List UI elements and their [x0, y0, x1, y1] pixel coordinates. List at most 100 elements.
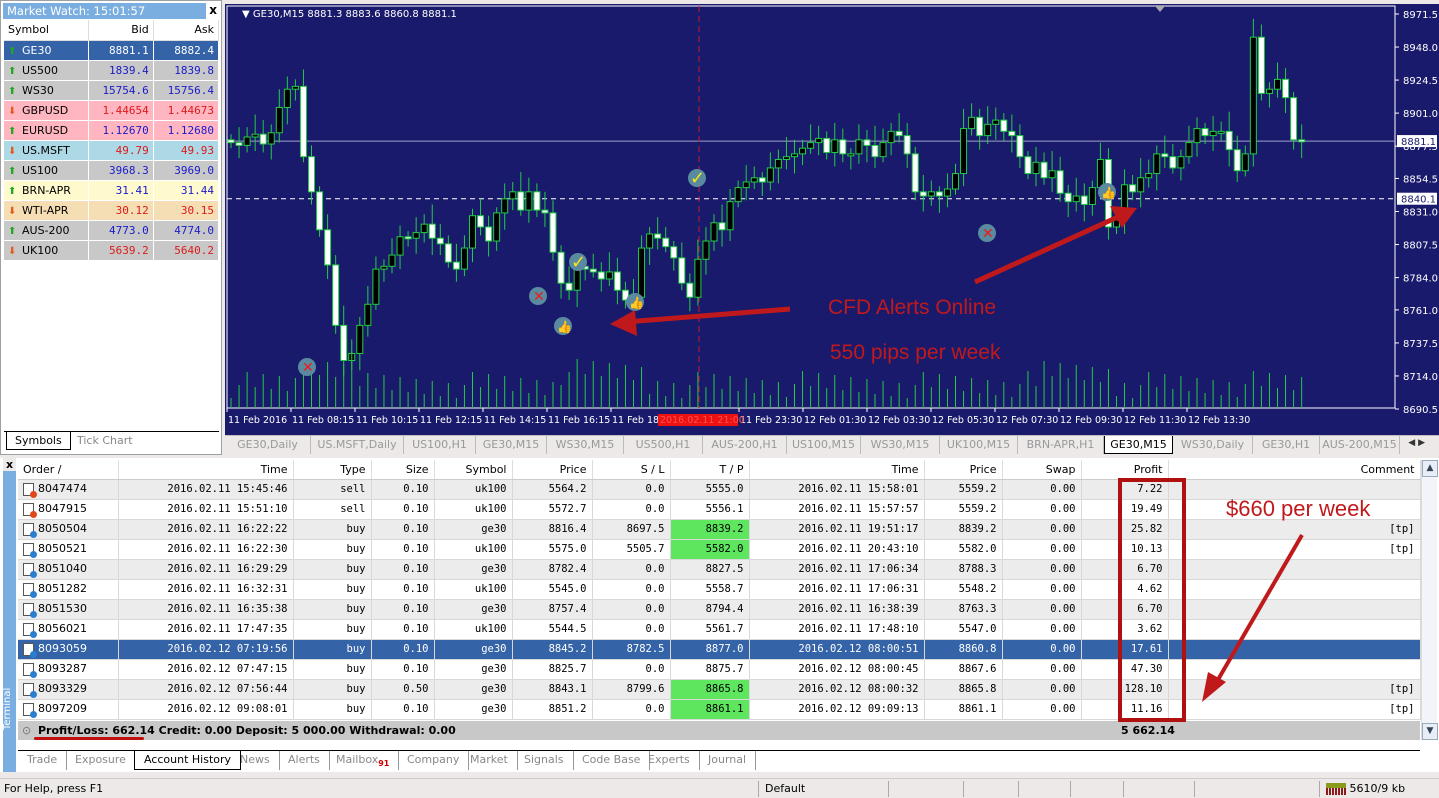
column-header-ask[interactable]: Ask [153, 20, 220, 41]
sl-cell: 5505.7 [592, 539, 671, 560]
terminal-tab[interactable]: Account History [134, 751, 242, 770]
annotation-arrow-left [624, 306, 791, 325]
scroll-down-icon[interactable]: ▼ [1422, 723, 1438, 740]
connection-status[interactable]: 5610/9 kb [1319, 781, 1439, 797]
status-profile: Default [758, 781, 888, 797]
chart-tab[interactable]: GE30,H1 [1253, 436, 1320, 454]
chart-canvas[interactable]: 8971.58948.08924.58901.08877.58854.58831… [225, 4, 1439, 435]
history-row[interactable]: 8047474 2016.02.11 15:45:46 sell 0.10 uk100 5… [18, 479, 1421, 500]
column-header[interactable]: Profit [1081, 460, 1169, 480]
candle-body [879, 142, 887, 158]
tp-cell: 8839.2 [670, 519, 750, 540]
column-header[interactable]: Time [749, 460, 925, 480]
chart-tab[interactable]: BRN-APR,H1 [1018, 436, 1104, 454]
column-header[interactable]: Type [293, 460, 372, 480]
terminal-tab[interactable]: News [231, 751, 280, 770]
chart-tab[interactable]: GE30,M15 [476, 436, 547, 454]
column-header-bid[interactable]: Bid [88, 20, 154, 41]
tab-tick-chart[interactable]: Tick Chart [69, 432, 141, 450]
candle-body [356, 324, 364, 354]
candle-body [1177, 156, 1185, 169]
market-watch-row[interactable]: ⬇ US.MSFT 49.79 49.93 [4, 140, 220, 161]
scroll-up-icon[interactable]: ▲ [1422, 460, 1438, 477]
chart-tab[interactable]: WS30,M15 [861, 436, 940, 454]
close-icon[interactable]: x [209, 3, 217, 17]
candle-body [469, 215, 476, 249]
history-row[interactable]: 8047915 2016.02.11 15:51:10 sell 0.10 uk100 5… [18, 499, 1421, 520]
chart-tab[interactable]: GE30,M15 [1104, 436, 1173, 454]
thumbs-up-icon: 👍 [557, 320, 572, 334]
summary-collapse-icon[interactable]: ⊙ [22, 721, 31, 740]
status-cell [963, 781, 1018, 797]
chart-tabs-scroll-arrows-icon[interactable]: ◀ ▶ [1408, 438, 1425, 448]
swap-cell: 0.00 [1002, 619, 1082, 640]
terminal-tab[interactable]: Trade [18, 751, 68, 770]
column-header-symbol[interactable]: Symbol [4, 20, 89, 41]
order-type-dot [30, 690, 37, 698]
chart-tab[interactable]: US100,M15 [787, 436, 861, 454]
candle-body [283, 88, 291, 108]
terminal-tab[interactable]: Signals [515, 751, 574, 770]
column-header[interactable]: S / L [592, 460, 671, 480]
column-header[interactable]: T / P [670, 460, 750, 480]
market-watch-row[interactable]: ⬇ WTI-APR 30.12 30.15 [4, 200, 220, 221]
x-tick-label: 12 Feb 07:30 [996, 415, 1058, 426]
y-tick-label: 8690.5 [1403, 405, 1438, 416]
chart-tab[interactable]: US500,H1 [624, 436, 703, 454]
chart-tab[interactable]: UK100,M15 [940, 436, 1018, 454]
column-header[interactable]: Size [371, 460, 435, 480]
chart-tab[interactable]: WS30,M15 [547, 436, 624, 454]
column-header[interactable]: Symbol [434, 460, 513, 480]
column-header[interactable]: Swap [1002, 460, 1082, 480]
market-watch-row[interactable]: ⬆ BRN-APR 31.41 31.44 [4, 180, 220, 201]
candle-body [1209, 130, 1217, 137]
order-cell: 8051040 [18, 559, 119, 580]
column-header[interactable]: Comment [1168, 460, 1421, 480]
type-cell: sell [293, 499, 372, 520]
terminal-tab[interactable]: Alerts [279, 751, 330, 770]
terminal-tab[interactable]: Experts [639, 751, 700, 770]
chart-tab[interactable]: WS30,Daily [1173, 436, 1253, 454]
candle-body [460, 247, 468, 270]
terminal-tab[interactable]: Journal [699, 751, 757, 770]
symbol-cell: uk100 [434, 479, 513, 500]
chart-ohlc-label: GE30,M15 8881.3 8883.6 8860.8 8881.1 [252, 9, 457, 20]
terminal-tab[interactable]: Market [461, 751, 518, 770]
chart-menu-triangle-icon[interactable]: ▼ [242, 9, 250, 20]
chart-tab[interactable]: AUS-200,M15 [1320, 436, 1400, 454]
market-watch-row[interactable]: ⬆ AUS-200 4773.0 4774.0 [4, 220, 220, 241]
swap-cell: 0.00 [1002, 699, 1082, 720]
terminal-tab[interactable]: Mailbox91 [327, 751, 400, 770]
chart-tab[interactable]: US.MSFT,Daily [311, 436, 404, 454]
chart-tab[interactable]: GE30,Daily [225, 436, 311, 454]
tp-cell: 5582.0 [670, 539, 750, 560]
ask-cell: 30.15 [153, 200, 220, 221]
column-header[interactable]: Time [118, 460, 294, 480]
market-watch-row[interactable]: ⬇ UK100 5639.2 5640.2 [4, 240, 220, 261]
candle-body [1064, 192, 1072, 203]
tp-cell: 5555.0 [670, 479, 750, 500]
price-chart[interactable]: 8971.5 8948.0 8924.5 8901.0 8877.5 8854.5 8831… [225, 4, 1439, 435]
chart-tab[interactable]: US100,H1 [404, 436, 476, 454]
close_time-cell: 2016.02.11 20:43:10 [749, 539, 925, 560]
market-watch-row[interactable]: ⬆ GE30 8881.1 8882.4 [4, 40, 220, 61]
market-watch-row[interactable]: ⬇ GBPUSD 1.44654 1.44673 [4, 100, 220, 121]
x-tick-label: 12 Feb 03:30 [868, 415, 930, 426]
terminal-tab[interactable]: Company [398, 751, 470, 770]
symbol-label: BRN-APR [22, 183, 71, 197]
y-tick-label: 8971.5 [1403, 10, 1438, 21]
market-watch-row[interactable]: ⬆ US500 1839.4 1839.8 [4, 60, 220, 81]
market-watch-row[interactable]: ⬆ WS30 15754.6 15756.4 [4, 80, 220, 101]
terminal-tab[interactable]: Exposure [66, 751, 136, 770]
x-tick-label: 11 Feb 12:15 [420, 415, 482, 426]
tab-symbols[interactable]: Symbols [6, 432, 71, 450]
order-type-dot [30, 570, 37, 578]
market-watch-row[interactable]: ⬆ US100 3968.3 3969.0 [4, 160, 220, 181]
close-icon[interactable]: x [3, 458, 16, 471]
column-header[interactable]: Price [512, 460, 593, 480]
market-watch-row[interactable]: ⬆ EURUSD 1.12670 1.12680 [4, 120, 220, 141]
vertical-scrollbar[interactable]: ▲ ▼ [1421, 460, 1438, 740]
chart-tab[interactable]: AUS-200,H1 [703, 436, 787, 454]
column-header[interactable]: Order / [18, 460, 119, 480]
column-header[interactable]: Price [924, 460, 1003, 480]
